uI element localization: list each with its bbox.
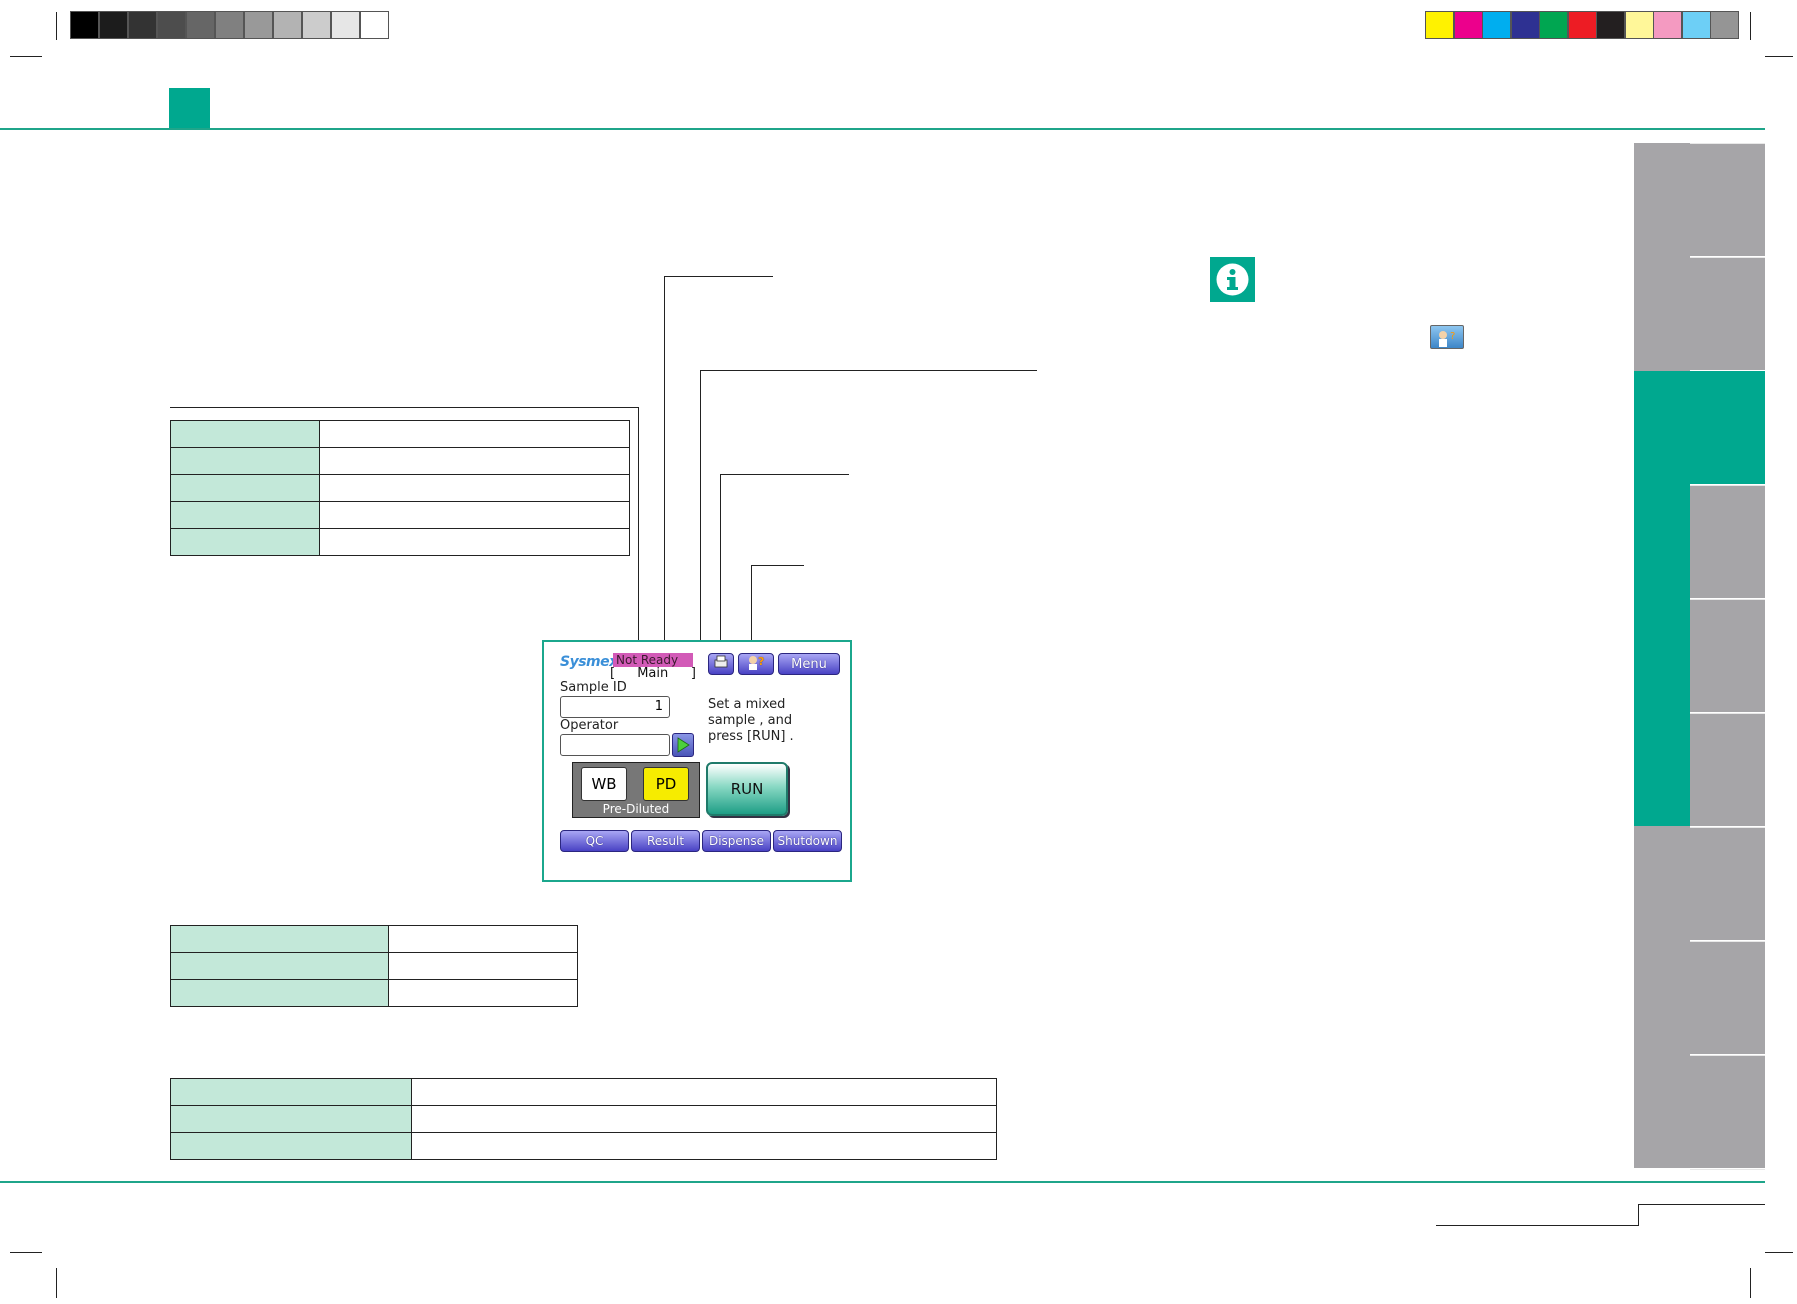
crop-mark xyxy=(56,12,57,40)
instruction-line: Set a mixed xyxy=(708,697,786,712)
bottom-button-qc[interactable]: QC xyxy=(560,830,629,852)
help-icon: ? xyxy=(745,654,767,674)
mode-caption: Pre-Diluted xyxy=(602,802,670,816)
side-tab[interactable] xyxy=(1690,485,1765,598)
color-swatch xyxy=(1425,11,1454,39)
color-swatch xyxy=(1624,11,1654,39)
page-number-frame xyxy=(1436,1205,1639,1226)
side-tab[interactable] xyxy=(1690,1169,1765,1170)
table-row xyxy=(170,1132,997,1160)
side-tab[interactable] xyxy=(1690,257,1765,370)
side-tab[interactable] xyxy=(1690,713,1765,826)
color-swatch xyxy=(1710,11,1739,39)
color-swatch xyxy=(1539,11,1568,39)
color-swatch xyxy=(360,11,389,39)
mode-selector: WB PD Pre-Diluted xyxy=(572,762,700,818)
table-row xyxy=(170,1105,997,1133)
table-row xyxy=(170,925,578,953)
color-swatch xyxy=(302,11,331,39)
side-tab[interactable] xyxy=(1690,1055,1765,1168)
color-swatch xyxy=(273,11,302,39)
sample-id-label: Sample ID xyxy=(560,680,627,695)
color-swatch xyxy=(186,11,215,39)
color-swatch xyxy=(1567,11,1597,39)
table-row xyxy=(170,1078,997,1106)
color-swatch xyxy=(1453,11,1483,39)
status-badge: Not Ready xyxy=(613,653,693,667)
bracket-right: ] xyxy=(690,666,696,681)
help-button[interactable]: ? xyxy=(738,653,774,675)
go-arrow-button[interactable] xyxy=(672,733,694,757)
color-swatch xyxy=(70,11,99,39)
color-swatch xyxy=(331,11,360,39)
crop-mark xyxy=(56,1268,57,1298)
section-marker xyxy=(169,88,210,128)
crop-mark xyxy=(1765,56,1793,57)
side-tab-active[interactable] xyxy=(1634,371,1690,826)
bottom-button-result[interactable]: Result xyxy=(631,830,700,852)
instruction-line: sample , and xyxy=(708,713,793,728)
svg-text:?: ? xyxy=(1450,331,1455,342)
operator-label: Operator xyxy=(560,718,619,733)
color-swatch xyxy=(1482,11,1511,39)
analyzer-screen: Sysmex Not Ready [ Main ] ? Menu Sample … xyxy=(542,640,852,882)
color-swatch xyxy=(1596,11,1625,39)
color-swatch xyxy=(244,11,273,39)
bottom-button-dispense[interactable]: Dispense xyxy=(702,830,771,852)
side-tab-active-head[interactable] xyxy=(1690,371,1765,484)
menu-button[interactable]: Menu xyxy=(778,653,840,675)
side-tab[interactable] xyxy=(1690,143,1765,256)
footer-rule xyxy=(0,1181,1765,1183)
printer-button[interactable] xyxy=(708,653,734,675)
svg-text:?: ? xyxy=(758,655,764,668)
instruction-line: press [RUN] . xyxy=(708,729,794,744)
crop-mark xyxy=(1750,1268,1751,1298)
leader-line xyxy=(170,407,639,654)
color-swatch xyxy=(1653,11,1682,39)
mode-label: Main xyxy=(637,666,669,681)
sysmex-logo: Sysmex xyxy=(560,654,618,670)
go-arrow-icon xyxy=(673,737,693,760)
mode-indicator: [ Main ] xyxy=(610,666,698,681)
side-tab[interactable] xyxy=(1690,599,1765,712)
table-2 xyxy=(170,925,578,1007)
color-swatch xyxy=(128,11,157,39)
color-swatch xyxy=(157,11,186,39)
side-tab[interactable] xyxy=(1690,941,1765,1054)
page-number-frame-top xyxy=(1638,1204,1765,1205)
crop-mark xyxy=(10,1252,42,1253)
run-button[interactable]: RUN xyxy=(706,762,788,816)
color-swatch xyxy=(99,11,128,39)
crop-mark xyxy=(1750,12,1751,40)
table-3 xyxy=(170,1078,997,1160)
side-tabs xyxy=(1634,143,1765,1170)
table-row xyxy=(170,952,578,980)
mode-wb-button[interactable]: WB xyxy=(581,767,627,801)
printer-icon xyxy=(713,655,729,673)
crop-mark xyxy=(1765,1252,1793,1253)
color-swatch xyxy=(215,11,244,39)
bracket-left: [ xyxy=(610,666,616,681)
crop-mark xyxy=(10,56,42,57)
table-row xyxy=(170,979,578,1007)
info-icon xyxy=(1210,257,1255,302)
mode-pd-button[interactable]: PD xyxy=(643,767,689,801)
bottom-button-shutdown[interactable]: Shutdown xyxy=(773,830,842,852)
operator-field[interactable] xyxy=(560,734,670,756)
header-rule xyxy=(0,128,1765,130)
color-swatch xyxy=(1510,11,1540,39)
help-thumbnail-icon: ? xyxy=(1430,325,1464,349)
color-swatch xyxy=(1681,11,1711,39)
instruction-text: Set a mixed sample , and press [RUN] . xyxy=(708,697,794,745)
side-tab[interactable] xyxy=(1690,827,1765,940)
sample-id-field[interactable]: 1 xyxy=(560,696,670,718)
sample-id-value: 1 xyxy=(654,699,663,714)
